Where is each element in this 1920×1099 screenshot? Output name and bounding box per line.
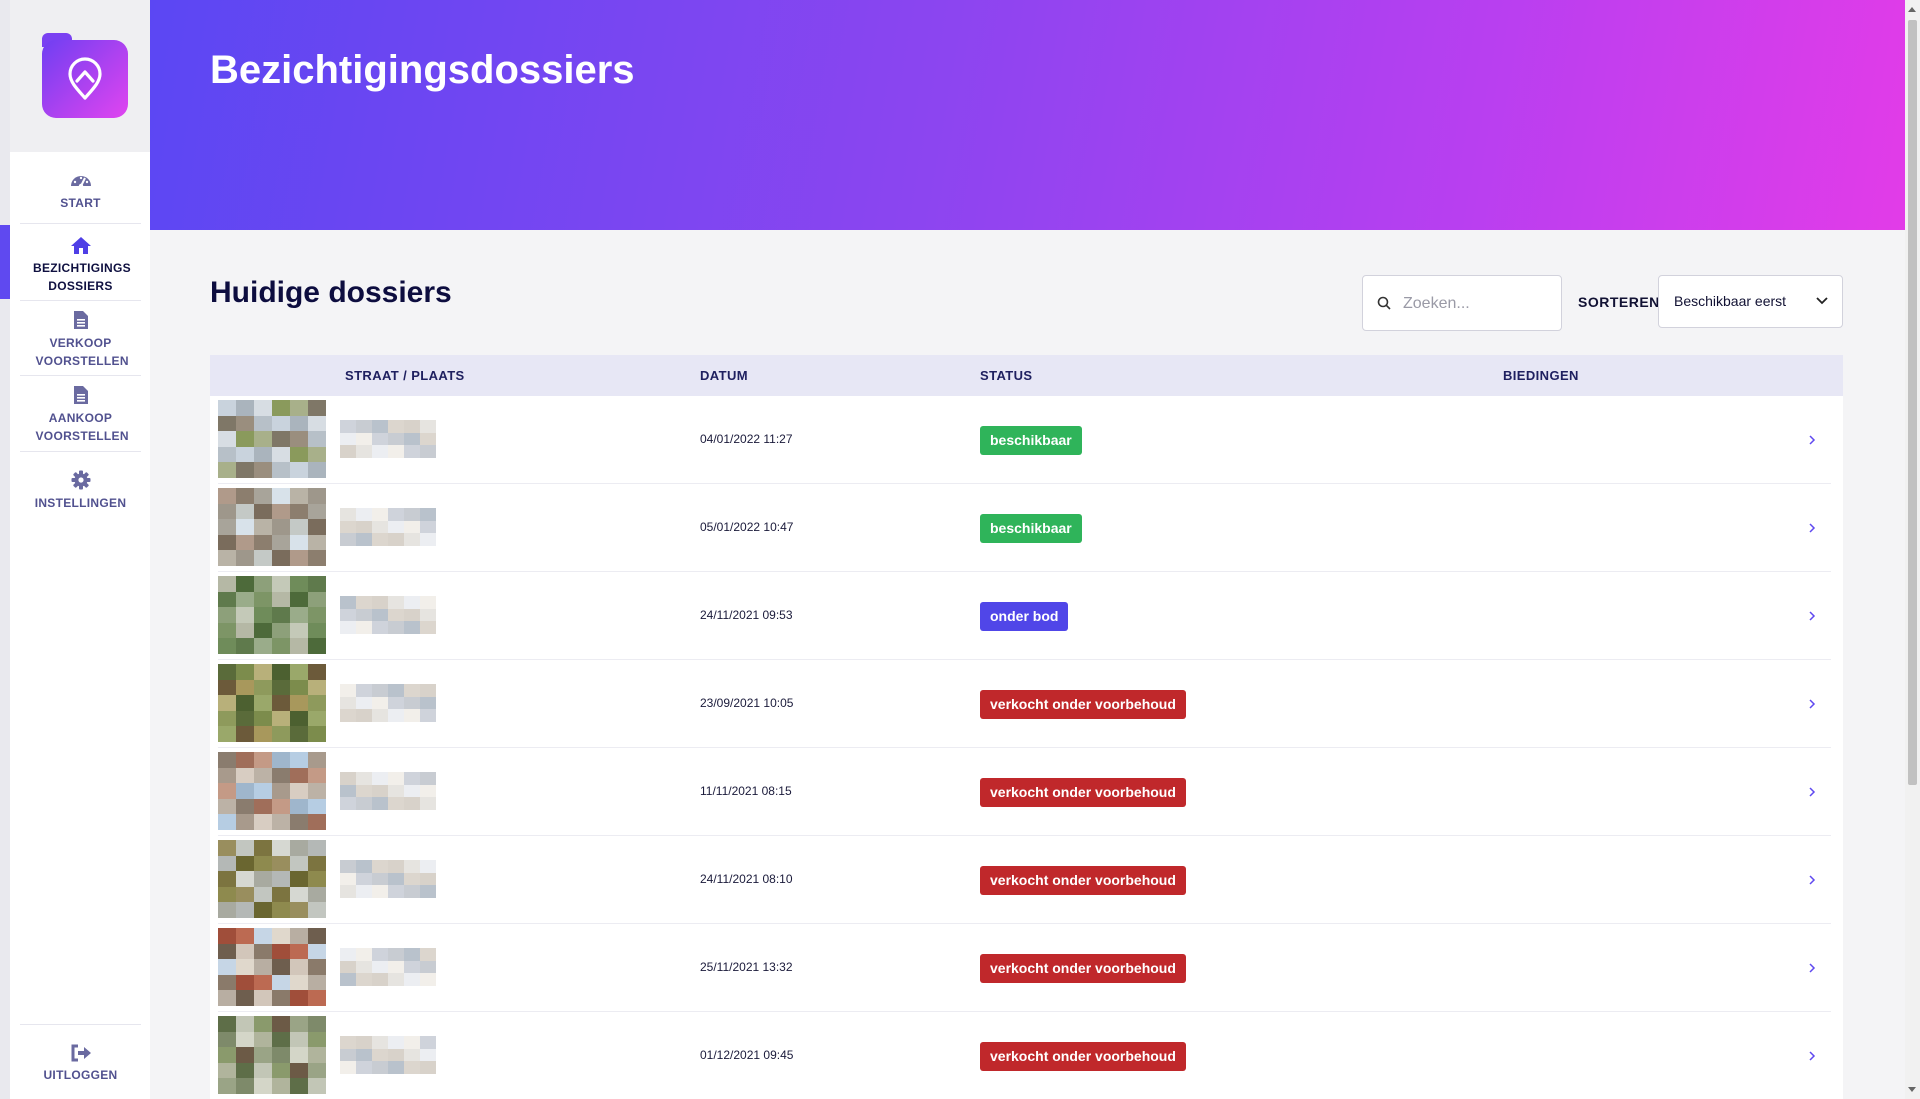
dossiers-table: STRAAT / PLAATS DATUM STATUS BIEDINGEN 0… bbox=[210, 355, 1843, 1099]
address-blurred bbox=[340, 948, 436, 986]
scroll-down-arrow-icon[interactable] bbox=[1908, 1087, 1916, 1092]
table-row[interactable]: 11/11/2021 08:15 verkocht onder voorbehou… bbox=[210, 748, 1843, 836]
address-blurred bbox=[340, 860, 436, 898]
table-row[interactable]: 23/09/2021 10:05 verkocht onder voorbehou… bbox=[210, 660, 1843, 748]
chevron-right-icon[interactable] bbox=[1808, 1050, 1816, 1062]
status-badge: beschikbaar bbox=[980, 514, 1082, 543]
property-thumbnail bbox=[218, 752, 326, 830]
table-row[interactable]: 24/11/2021 08:10 verkocht onder voorbehou… bbox=[210, 836, 1843, 924]
status-badge: verkocht onder voorbehoud bbox=[980, 1042, 1186, 1071]
chevron-right-icon[interactable] bbox=[1808, 434, 1816, 446]
app-logo[interactable] bbox=[42, 40, 128, 118]
sidebar-item-label: VERKOOP VOORSTELLEN bbox=[35, 336, 129, 368]
scroll-up-arrow-icon[interactable] bbox=[1908, 7, 1916, 12]
location-pin-icon bbox=[68, 57, 102, 100]
address-blurred bbox=[340, 772, 436, 810]
property-thumbnail bbox=[218, 928, 326, 1006]
property-thumbnail bbox=[218, 664, 326, 742]
sort-selected-value: Beschikbaar eerst bbox=[1674, 293, 1787, 309]
document-icon bbox=[73, 311, 88, 329]
row-date: 24/11/2021 09:53 bbox=[700, 608, 793, 622]
sort-label: SORTEREN bbox=[1578, 294, 1660, 310]
chevron-right-icon[interactable] bbox=[1808, 962, 1816, 974]
property-thumbnail bbox=[218, 840, 326, 918]
column-header-straat-plaats[interactable]: STRAAT / PLAATS bbox=[345, 368, 465, 383]
sidebar-edge bbox=[0, 0, 10, 1099]
property-thumbnail bbox=[218, 488, 326, 566]
address-blurred bbox=[340, 596, 436, 634]
document-icon bbox=[73, 386, 88, 404]
scroll-thumb[interactable] bbox=[1908, 20, 1917, 785]
search-input[interactable] bbox=[1403, 291, 1553, 317]
sidebar-item-bezichtigingsdossiers[interactable]: BEZICHTIGINGS DOSSIERS bbox=[20, 235, 141, 295]
page-header: Bezichtigingsdossiers bbox=[150, 0, 1905, 230]
sidebar-item-label: AANKOOP VOORSTELLEN bbox=[35, 411, 129, 443]
home-icon bbox=[70, 237, 91, 254]
sidebar-item-aankoop-voorstellen[interactable]: AANKOOP VOORSTELLEN bbox=[20, 385, 141, 445]
sort-select[interactable]: Beschikbaar eerst bbox=[1658, 275, 1843, 328]
chevron-down-icon bbox=[1816, 297, 1828, 305]
logout-label: UITLOGGEN bbox=[43, 1068, 118, 1082]
table-row[interactable]: 04/01/2022 11:27 beschikbaar bbox=[210, 396, 1843, 484]
search-icon bbox=[1377, 296, 1391, 310]
status-badge: beschikbaar bbox=[980, 426, 1082, 455]
column-header-status[interactable]: STATUS bbox=[980, 368, 1032, 383]
nav-divider bbox=[20, 300, 141, 301]
address-blurred bbox=[340, 420, 436, 458]
section-title: Huidige dossiers bbox=[210, 276, 452, 309]
nav-active-indicator bbox=[0, 225, 10, 299]
address-blurred bbox=[340, 1036, 436, 1074]
chevron-right-icon[interactable] bbox=[1808, 610, 1816, 622]
row-date: 23/09/2021 10:05 bbox=[700, 696, 794, 710]
status-badge: verkocht onder voorbehoud bbox=[980, 690, 1186, 719]
row-date: 04/01/2022 11:27 bbox=[700, 432, 793, 446]
gear-icon bbox=[71, 470, 90, 490]
column-header-biedingen[interactable]: BIEDINGEN bbox=[1503, 368, 1579, 383]
status-badge: onder bod bbox=[980, 602, 1069, 631]
table-header: STRAAT / PLAATS DATUM STATUS BIEDINGEN bbox=[210, 355, 1843, 396]
row-date: 01/12/2021 09:45 bbox=[700, 1048, 794, 1062]
chevron-right-icon[interactable] bbox=[1808, 874, 1816, 886]
status-badge: verkocht onder voorbehoud bbox=[980, 866, 1186, 895]
sign-out-icon bbox=[71, 1044, 91, 1062]
page-scrollbar[interactable] bbox=[1905, 0, 1920, 1099]
search-box[interactable] bbox=[1362, 275, 1562, 331]
status-badge: verkocht onder voorbehoud bbox=[980, 778, 1186, 807]
table-row[interactable]: 24/11/2021 09:53 onder bod bbox=[210, 572, 1843, 660]
nav-divider bbox=[20, 375, 141, 376]
sidebar-item-start[interactable]: START bbox=[20, 170, 141, 212]
row-date: 05/01/2022 10:47 bbox=[700, 520, 794, 534]
sidebar-item-label: INSTELLINGEN bbox=[34, 496, 127, 510]
column-header-datum[interactable]: DATUM bbox=[700, 368, 748, 383]
sidebar-item-verkoop-voorstellen[interactable]: VERKOOP VOORSTELLEN bbox=[20, 310, 141, 370]
address-blurred bbox=[340, 684, 436, 722]
sidebar-item-label: START bbox=[60, 196, 101, 210]
nav-divider bbox=[20, 1024, 141, 1025]
logout-button[interactable]: UITLOGGEN bbox=[20, 1044, 141, 1084]
sidebar: START BEZICHTIGINGS DOSSIERS VERKOOP VOO… bbox=[0, 0, 150, 1099]
property-thumbnail bbox=[218, 400, 326, 478]
logo-area bbox=[10, 0, 150, 152]
status-badge: verkocht onder voorbehoud bbox=[980, 954, 1186, 983]
sidebar-item-label: BEZICHTIGINGS DOSSIERS bbox=[33, 261, 131, 293]
page-title: Bezichtigingsdossiers bbox=[210, 48, 635, 92]
row-date: 11/11/2021 08:15 bbox=[700, 784, 792, 798]
address-blurred bbox=[340, 508, 436, 546]
chevron-right-icon[interactable] bbox=[1808, 522, 1816, 534]
sidebar-item-instellingen[interactable]: INSTELLINGEN bbox=[20, 470, 141, 512]
table-row[interactable]: 05/01/2022 10:47 beschikbaar bbox=[210, 484, 1843, 572]
row-date: 25/11/2021 13:32 bbox=[700, 960, 793, 974]
table-row[interactable]: 01/12/2021 09:45 verkocht onder voorbehou… bbox=[210, 1012, 1843, 1099]
nav-divider bbox=[20, 451, 141, 452]
row-date: 24/11/2021 08:10 bbox=[700, 872, 793, 886]
chevron-right-icon[interactable] bbox=[1808, 786, 1816, 798]
property-thumbnail bbox=[218, 576, 326, 654]
property-thumbnail bbox=[218, 1016, 326, 1094]
chevron-right-icon[interactable] bbox=[1808, 698, 1816, 710]
table-row[interactable]: 25/11/2021 13:32 verkocht onder voorbehou… bbox=[210, 924, 1843, 1012]
speedometer-icon bbox=[70, 176, 91, 189]
nav-divider bbox=[20, 223, 141, 224]
